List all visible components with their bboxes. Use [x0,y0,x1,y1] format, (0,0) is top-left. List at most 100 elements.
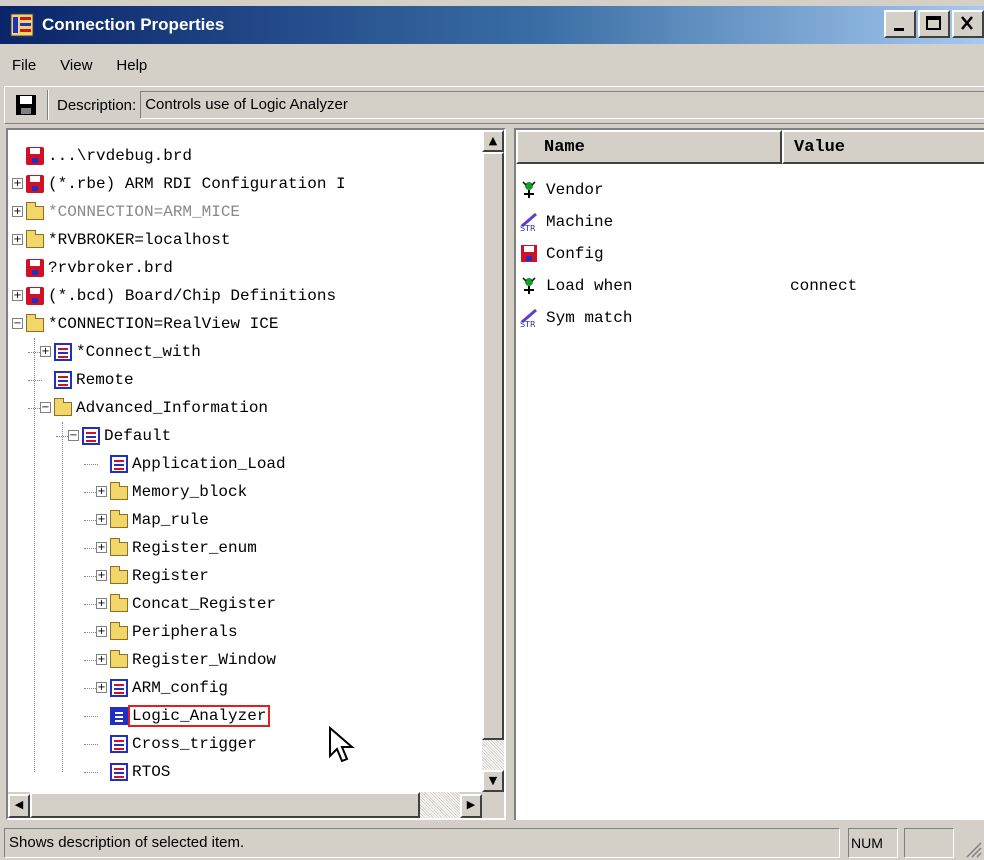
tree-node[interactable]: Application_Load [110,450,288,478]
tree-node[interactable]: Logic_Analyzer [110,702,271,730]
folder-icon [26,230,44,248]
minimize-button[interactable] [884,10,916,38]
tree-connector [84,464,98,465]
tree-node[interactable]: ARM_config [110,674,230,702]
folder-icon [110,566,128,584]
horizontal-scroll-thumb[interactable] [30,792,420,818]
expand-icon[interactable]: + [12,290,23,301]
tree-node[interactable]: RTOS [110,758,172,786]
green-figure-icon [520,180,538,200]
tree-node[interactable]: Concat_Register [110,590,278,618]
tree-node[interactable]: Register [110,562,211,590]
minimize-icon [894,28,904,31]
scroll-thumb[interactable] [482,152,504,740]
close-button[interactable] [952,10,984,38]
property-row[interactable]: Config [520,238,980,270]
config-tree[interactable]: ...\rvdebug.brd + (*.rbe) ARM RDI Configur… [8,130,482,792]
folder-icon [110,510,128,528]
tree-node[interactable]: *Connect_with [54,338,203,366]
tree-node-label: Application_Load [132,455,286,473]
tree-node-label: Logic_Analyzer [127,705,271,727]
tree-node[interactable]: (*.rbe) ARM RDI Configuration I [26,170,348,198]
scroll-down-button[interactable]: ▼ [482,770,504,792]
horizontal-scroll-track[interactable] [420,792,460,818]
expand-icon[interactable]: + [96,682,107,693]
tree-node[interactable]: ?rvbroker.brd [26,254,175,282]
expand-icon[interactable]: + [96,626,107,637]
mouse-cursor-icon [329,726,355,763]
tree-node[interactable]: Peripherals [110,618,240,646]
scroll-track[interactable] [482,740,504,770]
property-row[interactable]: STR Sym match [520,302,980,334]
tree-node[interactable]: Register_Window [110,646,278,674]
menu-bar: File View Help [0,48,984,82]
tree-node[interactable]: *CONNECTION=ARM_MICE [26,198,242,226]
collapse-icon[interactable]: − [68,430,79,441]
tree-node[interactable]: Memory_block [110,478,249,506]
property-name: Vendor [546,181,604,199]
property-value: connect [790,277,858,295]
description-label: Description: [57,96,137,114]
scroll-right-button[interactable]: ▶ [460,794,482,818]
folder-icon [26,314,44,332]
document-icon [82,427,100,445]
tree-node[interactable]: *RVBROKER=localhost [26,226,232,254]
tree-node[interactable]: Map_rule [110,506,211,534]
folder-icon [110,482,128,500]
expand-icon[interactable]: + [96,514,107,525]
expand-icon[interactable]: + [96,654,107,665]
tree-node-label: (*.rbe) ARM RDI Configuration I [48,175,346,193]
tree-node-label: Memory_block [132,483,248,501]
property-name: Sym match [546,309,633,327]
expand-icon[interactable]: + [96,486,107,497]
folder-icon [110,538,128,556]
tree-pane: ...\rvdebug.brd + (*.rbe) ARM RDI Configur… [6,128,506,820]
property-row[interactable]: Load when connect [520,270,980,302]
tree-node-label: Cross_trigger [132,735,257,753]
column-header-value[interactable]: Value [782,130,984,164]
resize-grip-icon[interactable] [964,840,982,858]
expand-icon[interactable]: + [96,598,107,609]
tree-node[interactable]: *CONNECTION=RealView ICE [26,310,280,338]
scrollbar-corner [482,792,504,818]
expand-icon[interactable]: + [12,178,23,189]
maximize-button[interactable] [918,10,950,38]
properties-list: Name Value Vendor STR Machine Config Load wh… [514,128,984,820]
description-field[interactable]: Controls use of Logic Analyzer [140,91,984,119]
scroll-left-button[interactable]: ◀ [8,794,30,818]
menu-file[interactable]: File [0,57,48,74]
tree-node[interactable]: Register_enum [110,534,259,562]
expand-icon[interactable]: + [96,570,107,581]
expand-icon[interactable]: + [12,234,23,245]
document-icon [54,343,72,361]
tree-node-label: *CONNECTION=ARM_MICE [48,203,241,221]
property-row[interactable]: Vendor [520,174,980,206]
property-row[interactable]: STR Machine [520,206,980,238]
menu-view[interactable]: View [48,57,104,74]
tree-node[interactable]: (*.bcd) Board/Chip Definitions [26,282,338,310]
collapse-icon[interactable]: − [40,402,51,413]
tree-horizontal-scrollbar[interactable]: ◀ ▶ [8,792,482,818]
tree-node[interactable]: ...\rvdebug.brd [26,142,194,170]
tree-node[interactable]: Default [82,422,173,450]
svg-text:STR: STR [520,224,536,232]
expand-icon[interactable]: + [12,206,23,217]
menu-help[interactable]: Help [104,57,159,74]
document-edit-icon [110,707,128,725]
collapse-icon[interactable]: − [12,318,23,329]
red-board-icon [26,287,44,305]
svg-text:STR: STR [520,320,536,328]
tree-node[interactable]: Advanced_Information [54,394,270,422]
tree-vertical-scrollbar[interactable]: ▲ ▼ [482,130,504,792]
red-board-icon [26,147,44,165]
expand-icon[interactable]: + [40,346,51,357]
column-header-name[interactable]: Name [516,130,782,164]
tree-node-label: Default [104,427,172,445]
title-bar[interactable]: Connection Properties [0,6,984,44]
tree-node[interactable]: Cross_trigger [110,730,259,758]
expand-icon[interactable]: + [96,542,107,553]
scroll-up-button[interactable]: ▲ [482,130,504,152]
tree-node[interactable]: Remote [54,366,136,394]
save-button[interactable] [11,90,41,120]
green-figure-icon [520,276,538,296]
